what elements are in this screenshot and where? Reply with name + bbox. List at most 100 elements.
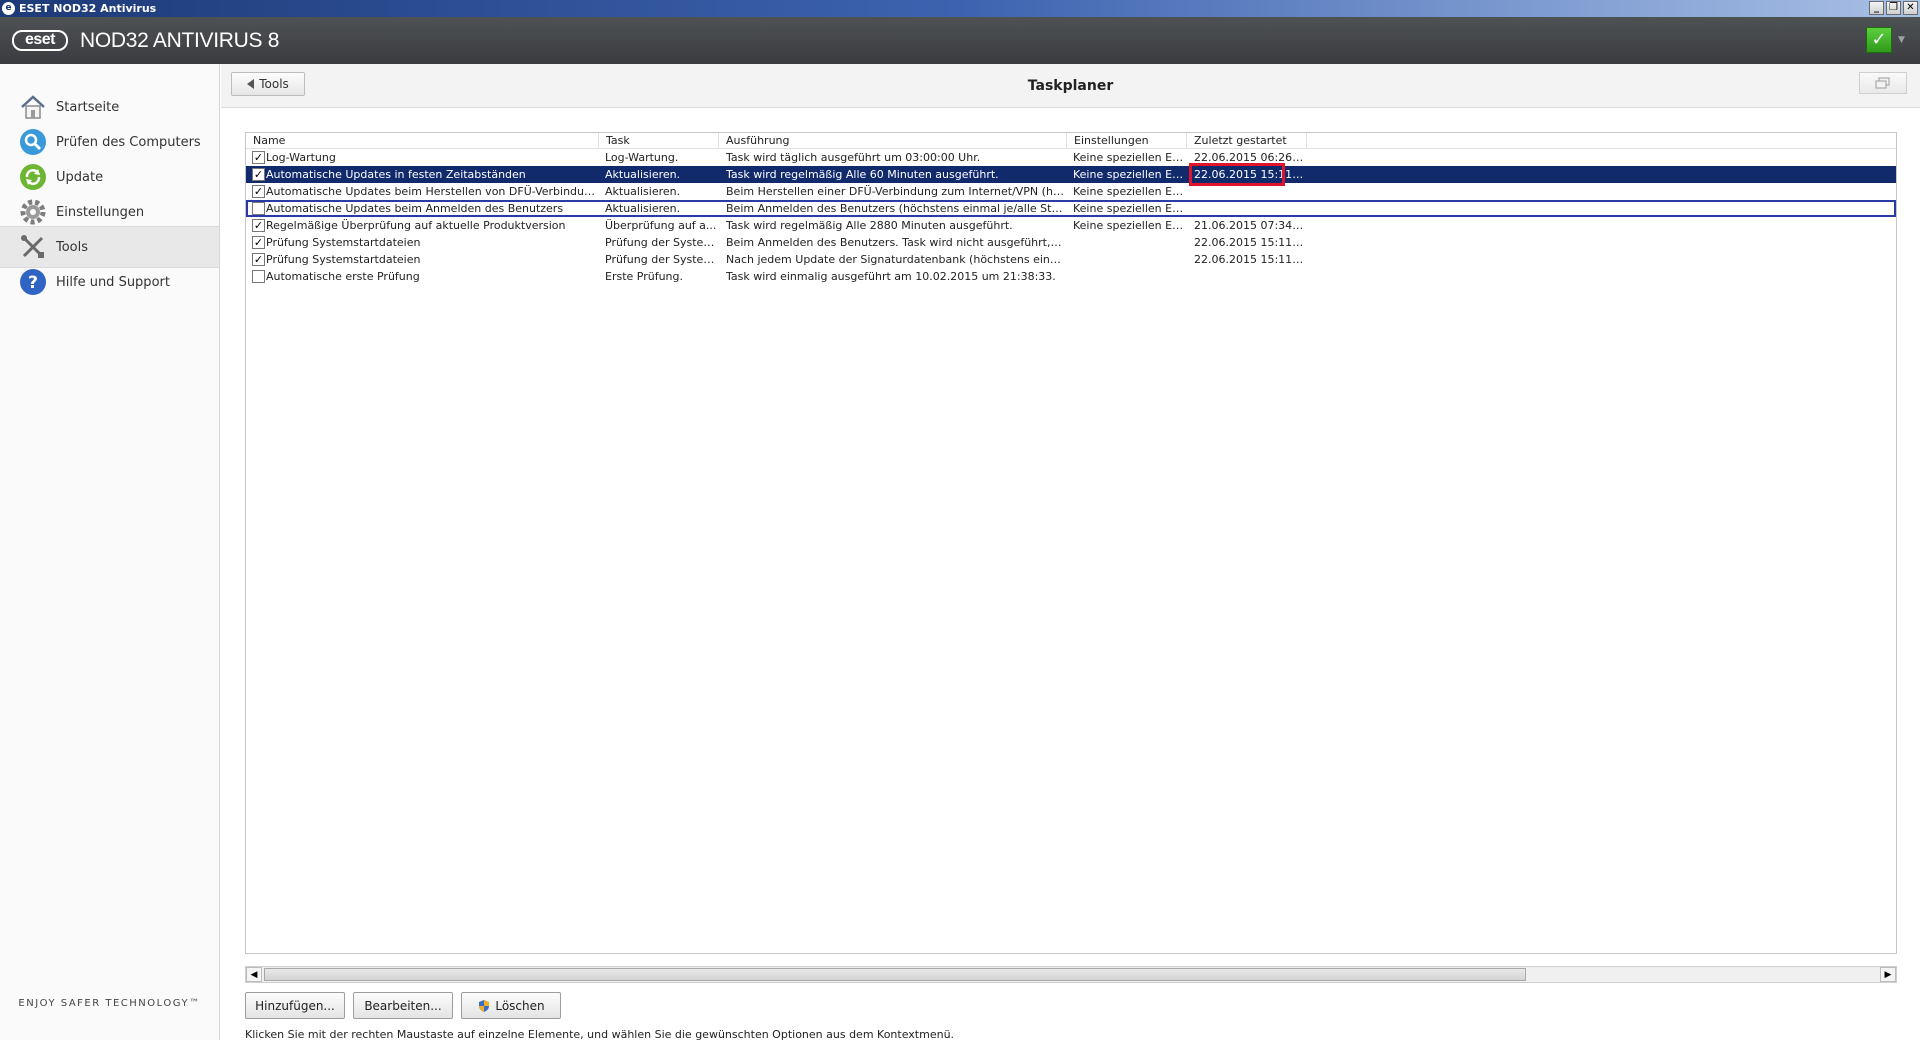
table-row[interactable]: Automatische Updates beim Anmelden des B… [246, 200, 1896, 217]
protection-status-icon[interactable]: ✓ [1866, 27, 1892, 53]
table-cell-name: Automatische Updates beim Herstellen von… [266, 185, 597, 198]
sidebar-item-label: Prüfen des Computers [56, 134, 201, 150]
table-row[interactable]: ✓ Regelmäßige Überprüfung auf aktuelle Pr… [246, 217, 1896, 234]
app-header: eset NOD32 ANTIVIRUS 8 ✓ ▼ [0, 17, 1920, 64]
table-cell-task: Aktualisieren. [605, 168, 681, 181]
edit-task-label: Bearbeiten... [364, 998, 442, 1013]
table-cell-name: Regelmäßige Überprüfung auf aktuelle Pro… [266, 219, 566, 232]
update-icon [18, 162, 48, 192]
table-cell-name: Automatische erste Prüfung [266, 270, 420, 283]
popout-icon [1875, 77, 1890, 89]
tagline: ENJOY SAFER TECHNOLOGY™ [18, 998, 201, 1009]
edit-task-button[interactable]: Bearbeiten... [353, 992, 453, 1019]
table-header: Name Task Ausführung Einstellungen Zulet… [246, 133, 1896, 149]
task-enabled-checkbox[interactable] [252, 202, 265, 215]
task-enabled-checkbox[interactable]: ✓ [252, 253, 265, 266]
scroll-right-icon[interactable]: ▶ [1880, 967, 1896, 982]
table-row[interactable]: ✓ Automatische Updates in festen Zeitabst… [246, 166, 1896, 183]
task-enabled-checkbox[interactable]: ✓ [252, 168, 265, 181]
product-name: NOD32 ANTIVIRUS 8 [80, 29, 280, 52]
horizontal-scrollbar[interactable]: ◀ ▶ [245, 966, 1897, 983]
popout-window-button[interactable] [1859, 72, 1907, 94]
home-icon [18, 92, 48, 122]
column-header-name[interactable]: Name [246, 133, 599, 149]
table-cell-settings: Keine speziellen Ei... [1073, 202, 1185, 215]
table-row[interactable]: ✓ Automatische Updates beim Herstellen vo… [246, 183, 1896, 200]
table-row[interactable]: ✓ Prüfung Systemstartdateien Prüfung der S… [246, 234, 1896, 251]
tools-icon [18, 232, 48, 262]
table-cell-last [1194, 268, 1304, 285]
table-cell-exec: Beim Herstellen einer DFÜ-Verbindung zum… [726, 185, 1064, 198]
minimize-button[interactable]: _ [1869, 1, 1884, 15]
shield-icon [479, 999, 490, 1012]
table-cell-task: Prüfung der System... [605, 236, 717, 249]
table-cell-task: Erste Prüfung. [605, 270, 684, 283]
table-cell-name: Automatische Updates beim Anmelden des B… [266, 202, 564, 215]
task-enabled-checkbox[interactable]: ✓ [252, 236, 265, 249]
task-enabled-checkbox[interactable] [252, 270, 265, 283]
svg-text:?: ? [28, 273, 38, 293]
table-row[interactable]: Automatische erste Prüfung Erste Prüfung.… [246, 268, 1896, 285]
table-cell-exec: Task wird regelmäßig Alle 60 Minuten aus… [726, 168, 999, 181]
table-cell-task: Aktualisieren. [605, 202, 681, 215]
task-enabled-checkbox[interactable]: ✓ [252, 219, 265, 232]
table-cell-name: Log-Wartung [266, 151, 336, 164]
column-header-task[interactable]: Task [599, 133, 719, 149]
context-hint: Klicken Sie mit der rechten Maustaste au… [245, 1028, 955, 1041]
sidebar-item-label: Tools [56, 239, 89, 255]
task-enabled-checkbox[interactable]: ✓ [252, 151, 265, 164]
gear-icon [18, 197, 48, 227]
page-toolbar: Tools Taskplaner [221, 64, 1920, 108]
table-cell-settings [1073, 268, 1185, 285]
table-cell-task: Prüfung der System... [605, 253, 717, 266]
close-button[interactable]: ✕ [1903, 1, 1918, 15]
table-cell-name: Prüfung Systemstartdateien [266, 236, 421, 249]
table-cell-exec: Nach jedem Update der Signaturdatenbank … [726, 253, 1064, 266]
delete-task-label: Löschen [495, 998, 545, 1013]
table-cell-exec: Beim Anmelden des Benutzers (höchstens e… [726, 202, 1064, 215]
table-cell-last: 22.06.2015 15:11:36 [1194, 253, 1304, 266]
chevron-down-icon[interactable]: ▼ [1898, 35, 1905, 45]
table-cell-last [1194, 183, 1304, 200]
sidebar-item-label: Update [56, 169, 104, 185]
page-title: Taskplaner [1027, 78, 1114, 94]
action-buttons: Hinzufügen... Bearbeiten... Löschen [245, 992, 561, 1019]
column-header-zuletzt[interactable]: Zuletzt gestartet [1187, 133, 1307, 149]
table-cell-exec: Task wird regelmäßig Alle 2880 Minuten a… [726, 219, 1013, 232]
table-cell-last [1194, 200, 1304, 217]
main-content: Tools Taskplaner Name Task Ausführung Ei… [221, 64, 1920, 1041]
table-row[interactable]: ✓ Log-Wartung Log-Wartung. Task wird täglic… [246, 149, 1896, 166]
table-cell-settings: Keine speziellen Ei... [1073, 151, 1185, 164]
window-titlebar: e ESET NOD32 Antivirus _ ❐ ✕ [0, 0, 1920, 17]
table-cell-settings [1073, 234, 1185, 251]
table-cell-last: 21.06.2015 07:34:54 [1194, 219, 1304, 232]
table-cell-settings: Keine speziellen Ei... [1073, 219, 1185, 232]
task-enabled-checkbox[interactable]: ✓ [252, 185, 265, 198]
table-cell-exec: Task wird täglich ausgeführt um 03:00:00… [726, 151, 981, 164]
sidebar-item-label: Startseite [56, 99, 120, 115]
table-cell-last: 22.06.2015 15:11:44 [1194, 236, 1304, 249]
table-cell-name: Prüfung Systemstartdateien [266, 253, 421, 266]
table-cell-settings: Keine speziellen Ei... [1073, 185, 1185, 198]
add-task-button[interactable]: Hinzufügen... [245, 992, 345, 1019]
task-table-area: Name Task Ausführung Einstellungen Zulet… [245, 132, 1897, 1041]
scroll-left-icon[interactable]: ◀ [246, 967, 262, 982]
eset-app-icon: e [2, 2, 15, 15]
table-cell-settings: Keine speziellen Ei... [1073, 168, 1185, 181]
column-header-einstellungen[interactable]: Einstellungen [1067, 133, 1187, 149]
restore-button[interactable]: ❐ [1886, 1, 1901, 15]
table-cell-task: Überprüfung auf a... [605, 219, 717, 232]
add-task-label: Hinzufügen... [255, 998, 335, 1013]
column-header-ausfuehrung[interactable]: Ausführung [719, 133, 1067, 149]
magnifier-icon [18, 127, 48, 157]
delete-task-button[interactable]: Löschen [461, 992, 561, 1019]
eset-logo: eset [12, 30, 68, 51]
sidebar-item-hilfe[interactable]: ? Hilfe und Support [0, 261, 219, 303]
table-row[interactable]: ✓ Prüfung Systemstartdateien Prüfung der S… [246, 251, 1896, 268]
window-title: ESET NOD32 Antivirus [19, 2, 157, 15]
scrollbar-thumb[interactable] [264, 968, 1526, 981]
table-cell-name: Automatische Updates in festen Zeitabstä… [266, 168, 526, 181]
table-cell-exec: Beim Anmelden des Benutzers. Task wird n… [726, 236, 1064, 249]
table-cell-settings [1073, 251, 1185, 268]
sidebar-item-label: Hilfe und Support [56, 274, 170, 290]
